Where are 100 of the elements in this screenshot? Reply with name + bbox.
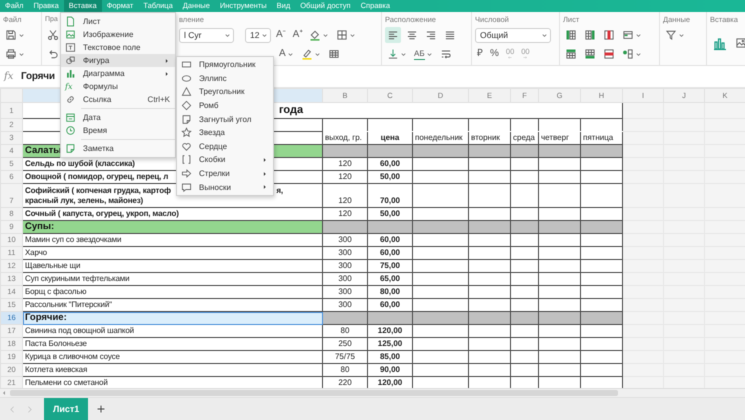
highlighter-icon: [300, 48, 313, 60]
table-cell: 80: [322, 364, 368, 376]
star-icon: [181, 127, 192, 138]
table-cell: 120: [322, 208, 368, 220]
font-size-down-button[interactable]: A⁻: [274, 27, 288, 43]
menu-item[interactable]: Треугольник: [177, 85, 273, 99]
table-cell: Свинина под овощной шапкой: [22, 324, 322, 338]
currency-button[interactable]: ₽: [475, 46, 485, 62]
grid-column-icon: [603, 29, 615, 41]
table-cell: 300: [322, 260, 368, 272]
table-cell: 300: [322, 234, 368, 246]
table-cell: 300: [322, 246, 368, 260]
table-cell: Рассольник "Питерский": [22, 298, 322, 312]
triangle-icon: [181, 86, 192, 98]
callout-icon: [181, 182, 192, 193]
menu-item[interactable]: Лист: [61, 15, 175, 28]
menu-item[interactable]: Изображение: [61, 28, 175, 41]
font-field[interactable]: l Cyr: [179, 28, 234, 42]
number-format-field[interactable]: Общий: [475, 28, 551, 42]
image-icon: [735, 37, 745, 49]
arrow-right-icon: [521, 55, 530, 60]
menu-item[interactable]: Ромб: [177, 98, 273, 112]
align-center-icon: [406, 29, 418, 41]
table-cell: четверг: [538, 132, 580, 144]
table-cell: Суп скуриными тефтельками: [22, 272, 322, 286]
table-cell: Пельмени со сметаной: [22, 376, 322, 388]
plus-icon: [96, 404, 106, 414]
menu-item[interactable]: fx Формулы: [61, 80, 175, 93]
brackets-icon: [181, 154, 192, 166]
table-cell: Харчо: [22, 246, 322, 260]
menu-item[interactable]: Дата: [61, 111, 175, 124]
printer-icon: [5, 48, 17, 60]
caret-icon: [261, 32, 268, 38]
table-cell: 60,00: [368, 234, 412, 246]
scissors-icon: [47, 29, 59, 41]
font-size-up-button[interactable]: A⁺: [290, 27, 304, 43]
menu-item[interactable]: Звезда: [177, 126, 273, 140]
table-cell: 125,00: [368, 338, 412, 350]
bar-chart-icon: [65, 68, 76, 79]
text-direction-button[interactable]: АБ: [412, 46, 435, 62]
table-cell: Борщ с фасолью: [22, 286, 322, 298]
table-cell: Софийский ( копченая грудка, картоф: [25, 186, 171, 196]
clock-icon: [65, 125, 76, 136]
table-cell: 85,00: [368, 350, 412, 364]
table-icon: [328, 48, 340, 60]
calendar-icon: [65, 112, 76, 123]
table-cell: 70,00: [368, 184, 412, 208]
menu-item[interactable]: Текстовое поле: [61, 41, 175, 54]
table-cell: 65,00: [368, 272, 412, 286]
table-cell: цена: [368, 132, 412, 144]
borders-icon: [336, 29, 348, 41]
wrap-text-icon: [440, 48, 452, 60]
table-cell: 50,00: [368, 170, 412, 184]
menu-item[interactable]: Прямоугольник: [177, 58, 273, 72]
shapes-icon: [65, 55, 76, 66]
window-icon: [622, 29, 634, 41]
font-size-field[interactable]: 12: [245, 28, 271, 42]
undo-icon: [47, 48, 59, 60]
function-icon[interactable]: fx: [4, 71, 21, 82]
scrollbar-thumb[interactable]: [10, 390, 618, 396]
caret-icon: [224, 32, 231, 38]
font-color-button[interactable]: A: [277, 46, 296, 62]
menu-item[interactable]: Эллипс: [177, 72, 273, 86]
text-box-icon: [65, 42, 76, 53]
grid-row-icon: [584, 48, 596, 60]
menu-item[interactable]: Заметка: [61, 142, 175, 155]
diamond-icon: [181, 100, 192, 112]
menu-item[interactable]: Время: [61, 124, 175, 137]
table-cell: Паста Болоньезе: [22, 338, 322, 350]
table-cell: Мамин суп со звездочками: [22, 234, 322, 246]
table-cell: 300: [322, 286, 368, 298]
table-cell: 60,00: [368, 158, 412, 170]
arrow-left-icon: [506, 55, 514, 60]
cell-settings-icon: [622, 48, 634, 60]
menu-item[interactable]: Диаграмма: [61, 67, 175, 80]
note-icon: [65, 143, 76, 154]
table-cell: 50,00: [368, 208, 412, 220]
table-cell: Котлета киевская: [22, 364, 322, 376]
add-sheet-button[interactable]: [96, 404, 106, 414]
percent-button[interactable]: %: [488, 46, 501, 62]
table-cell-text: я,: [276, 186, 284, 196]
menu-item[interactable]: Ссылка Ctrl+K: [61, 93, 175, 106]
table-cell: 120: [322, 170, 368, 184]
image-icon: [65, 29, 76, 40]
table-cell: 75,00: [368, 260, 412, 272]
table-cell: Курица в сливочном соусе: [22, 350, 322, 364]
page-icon: [65, 16, 76, 27]
table-cell: 60,00: [368, 298, 412, 312]
sheet-tab[interactable]: Лист1: [44, 398, 88, 420]
menu-item[interactable]: Загнутый угол: [177, 112, 273, 126]
table-cell: 80,00: [368, 286, 412, 298]
table-cell: красный лук, зелень, майонез): [25, 196, 144, 205]
table-cell: 300: [322, 272, 368, 286]
formula-input[interactable]: Горячи: [21, 71, 55, 82]
folded-corner-icon: [181, 114, 192, 125]
menu-item[interactable]: Фигура: [61, 54, 175, 67]
table-cell: понедельник: [412, 132, 468, 144]
table-cell: вторник: [468, 132, 510, 144]
function-icon: fx: [65, 82, 76, 91]
align-left-button[interactable]: [385, 27, 401, 43]
